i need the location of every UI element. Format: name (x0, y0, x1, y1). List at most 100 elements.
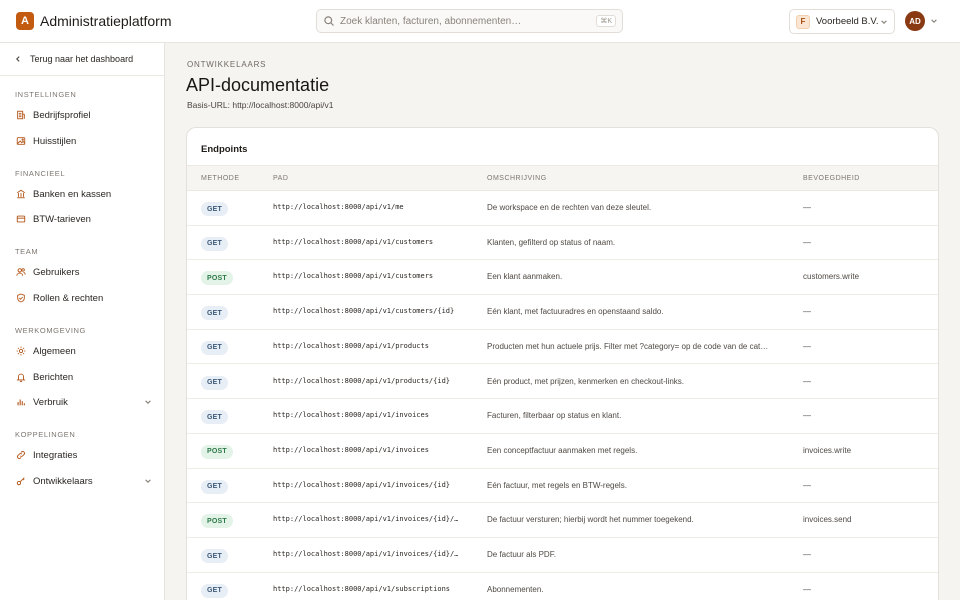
sidebar-item-label: Berichten (33, 371, 74, 383)
sun-icon (16, 346, 26, 356)
endpoint-path: http://localhost:8000/api/v1/products/{i… (273, 376, 451, 385)
table-row[interactable]: GET http://localhost:8000/api/v1/customer… (187, 226, 938, 261)
organization-switcher[interactable]: F Voorbeeld B.V. (789, 9, 895, 34)
method-badge: GET (201, 479, 228, 494)
brand[interactable]: A Administratieplatform (16, 12, 172, 30)
sidebar-item-integraties[interactable]: Integraties (8, 445, 158, 465)
table-header: METHODE PAD OMSCHRIJVING BEVOEGDHEID (187, 165, 938, 191)
sidebar-item-label: Huisstijlen (33, 135, 77, 147)
user-menu-chevron-icon[interactable] (930, 17, 938, 25)
table-row[interactable]: POST http://localhost:8000/api/v1/custome… (187, 260, 938, 296)
base-url: Basis-URL: http://localhost:8000/api/v1 (187, 100, 334, 110)
image-icon (16, 137, 26, 145)
table-row[interactable]: GET http://localhost:8000/api/v1/subscrip… (187, 573, 938, 600)
endpoint-description: De factuur als PDF. (487, 550, 556, 559)
search-shortcut: ⌘K (596, 15, 616, 27)
back-to-dashboard-link[interactable]: Terug naar het dashboard (0, 43, 164, 76)
table-row[interactable]: POST http://localhost:8000/api/v1/invoice… (187, 503, 938, 538)
sidebar-item-label: Bedrijfsprofiel (33, 109, 91, 121)
endpoint-permission: — (803, 203, 811, 212)
endpoint-description: Klanten, gefilterd op status of naam. (487, 237, 616, 247)
endpoints-card: Endpoints METHODE PAD OMSCHRIJVING BEVOE… (186, 127, 939, 600)
endpoint-description: Producten met hun actuele prijs. Filter … (487, 341, 769, 351)
sidebar-item-algemeen[interactable]: Algemeen (8, 341, 158, 361)
chevron-left-icon (16, 56, 20, 62)
sidebar-item-label: Ontwikkelaars (33, 475, 93, 487)
method-badge: POST (201, 514, 233, 529)
bell-icon (16, 373, 26, 382)
users-icon (16, 268, 26, 276)
table-row[interactable]: GET http://localhost:8000/api/v1/invoices… (187, 538, 938, 573)
endpoint-path: http://localhost:8000/api/v1/invoices (273, 445, 429, 454)
sidebar-item-label: Rollen & rechten (33, 292, 104, 304)
column-header-path: PAD (273, 175, 289, 182)
table-row[interactable]: GET http://localhost:8000/api/v1/products… (187, 365, 938, 400)
method-badge: GET (201, 375, 228, 390)
endpoint-path: http://localhost:8000/api/v1/customers (273, 237, 434, 246)
endpoint-path: http://localhost:8000/api/v1/invoices/{i… (273, 480, 451, 489)
endpoint-path: http://localhost:8000/api/v1/customers (273, 272, 434, 281)
column-header-method: METHODE (201, 175, 240, 182)
endpoint-permission: — (803, 237, 811, 247)
app-logo: A (16, 12, 34, 30)
sidebar-item-label: Banken en kassen (33, 188, 112, 200)
sidebar-item-btw-tarieven[interactable]: BTW-tarieven (8, 209, 158, 229)
sidebar-item-rollen[interactable]: Rollen & rechten (8, 288, 158, 308)
sidebar: Terug naar het dashboard INSTELLINGEN Be… (0, 43, 165, 600)
endpoint-permission: invoices.write (803, 445, 852, 455)
method-badge: GET (201, 549, 228, 563)
section-title-team: TEAM (15, 247, 39, 256)
sidebar-item-label: Integraties (33, 449, 78, 461)
building-doc-icon (17, 110, 25, 120)
sidebar-item-ontwikkelaars[interactable]: Ontwikkelaars (8, 471, 158, 491)
card-title: Endpoints (201, 144, 248, 155)
sidebar-item-verbruik[interactable]: Verbruik (8, 392, 158, 412)
sidebar-item-banken[interactable]: Banken en kassen (8, 184, 158, 204)
endpoint-permission: — (803, 480, 811, 490)
sidebar-item-label: Gebruikers (33, 266, 80, 278)
endpoint-description: Een klant aanmaken. (487, 272, 563, 282)
table-row[interactable]: GET http://localhost:8000/api/v1/customer… (187, 295, 938, 330)
section-title-instellingen: INSTELLINGEN (15, 90, 77, 99)
column-header-description: OMSCHRIJVING (487, 175, 547, 182)
table-row[interactable]: GET http://localhost:8000/api/v1/invoices… (187, 399, 938, 434)
table-row[interactable]: GET http://localhost:8000/api/v1/invoices… (187, 469, 938, 504)
user-avatar[interactable]: AD (905, 11, 925, 31)
sidebar-item-bedrijfsprofiel[interactable]: Bedrijfsprofiel (8, 105, 158, 125)
method-badge: GET (201, 410, 228, 425)
endpoint-path: http://localhost:8000/api/v1/customers/{… (273, 307, 455, 316)
endpoint-description: Facturen, filterbaar op status en klant. (487, 411, 622, 421)
organization-badge: F (796, 14, 810, 29)
method-badge: GET (201, 306, 228, 321)
method-badge: GET (201, 202, 228, 216)
endpoint-permission: customers.write (803, 272, 860, 282)
page-title: API-documentatie (186, 75, 330, 95)
endpoint-permission: — (803, 341, 811, 351)
search-box[interactable]: ⌘K (316, 9, 623, 33)
endpoint-permission: — (803, 307, 811, 317)
endpoint-permission: — (803, 584, 811, 594)
link-icon (17, 451, 25, 459)
sidebar-item-label: Algemeen (33, 345, 76, 357)
search-input[interactable] (340, 15, 590, 27)
section-title-werkomgeving: WERKOMGEVING (15, 326, 86, 335)
chevron-down-icon[interactable] (144, 398, 152, 406)
sidebar-item-gebruikers[interactable]: Gebruikers (8, 262, 158, 282)
top-bar: A Administratieplatform ⌘K F Voorbeeld B… (0, 0, 960, 43)
section-title-koppelingen: KOPPELINGEN (15, 430, 76, 439)
endpoint-permission: invoices.send (803, 515, 852, 525)
sidebar-item-label: BTW-tarieven (33, 213, 91, 225)
chevron-down-icon[interactable] (144, 477, 152, 485)
sidebar-item-huisstijlen[interactable]: Huisstijlen (8, 131, 158, 151)
endpoint-path: http://localhost:8000/api/v1/invoices/{i… (273, 550, 459, 558)
method-badge: GET (201, 583, 228, 598)
endpoint-description: Abonnementen. (487, 584, 544, 594)
endpoint-permission: — (803, 376, 811, 386)
table-row[interactable]: POST http://localhost:8000/api/v1/invoice… (187, 434, 938, 469)
sidebar-item-berichten[interactable]: Berichten (8, 367, 158, 387)
table-row[interactable]: GET http://localhost:8000/api/v1/products… (187, 330, 938, 365)
table-row[interactable]: GET http://localhost:8000/api/v1/me De wor… (187, 191, 938, 226)
endpoint-path: http://localhost:8000/api/v1/products (273, 341, 429, 350)
search-icon (324, 16, 334, 26)
breadcrumb: ONTWIKKELAARS (187, 60, 267, 69)
